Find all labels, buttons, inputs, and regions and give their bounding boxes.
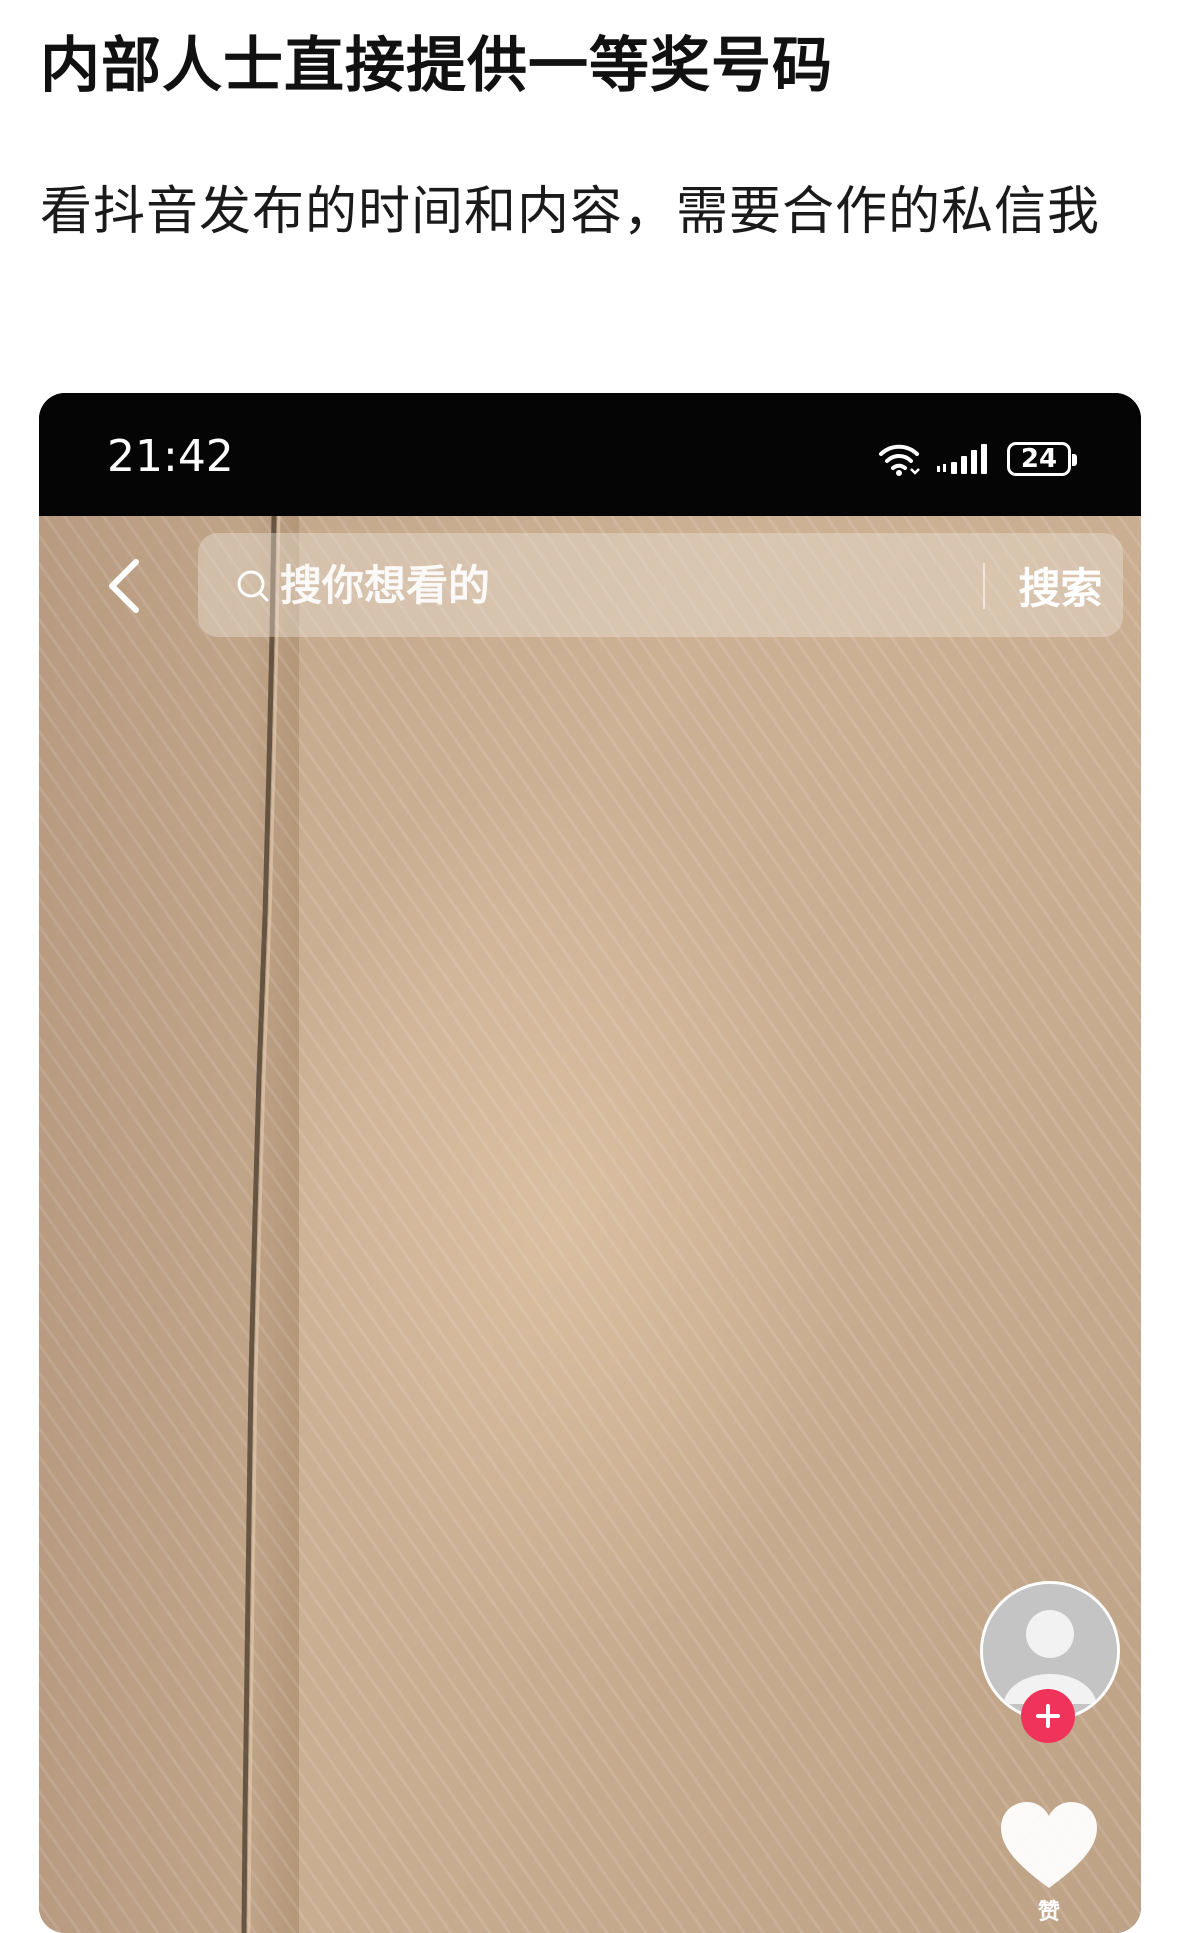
status-bar: 21:42 24 bbox=[39, 393, 1141, 516]
search-divider bbox=[983, 563, 985, 609]
search-input[interactable] bbox=[280, 555, 900, 615]
status-time: 21:42 bbox=[107, 431, 234, 482]
wifi-icon bbox=[879, 444, 920, 476]
video-feed[interactable]: 搜索 赞 bbox=[39, 516, 1141, 1933]
phone-screenshot: 21:42 24 搜你想看的 搜索 赞 bbox=[39, 393, 1141, 1933]
like-button[interactable] bbox=[999, 1800, 1099, 1894]
search-icon bbox=[237, 570, 269, 602]
heart-icon bbox=[1001, 1802, 1097, 1888]
cardboard-seam bbox=[241, 516, 281, 1933]
search-button[interactable]: 搜索 bbox=[998, 555, 1123, 615]
search-bar: 搜索 bbox=[198, 533, 1123, 637]
follow-button[interactable] bbox=[1021, 1689, 1075, 1743]
battery-level: 24 bbox=[1020, 444, 1058, 474]
signal-icon bbox=[937, 444, 987, 474]
post-title: 内部人士直接提供一等奖号码 bbox=[40, 31, 833, 101]
chevron-left-icon bbox=[109, 559, 139, 613]
plus-icon bbox=[1036, 1704, 1060, 1728]
creator-avatar-group bbox=[980, 1581, 1120, 1743]
like-label: 赞 bbox=[1037, 1900, 1060, 1925]
post-body-text: 看抖音发布的时间和内容，需要合作的私信我 bbox=[40, 182, 1101, 242]
back-button[interactable] bbox=[94, 554, 154, 618]
battery-icon: 24 bbox=[1007, 442, 1077, 476]
status-icons: 24 bbox=[877, 439, 1077, 479]
